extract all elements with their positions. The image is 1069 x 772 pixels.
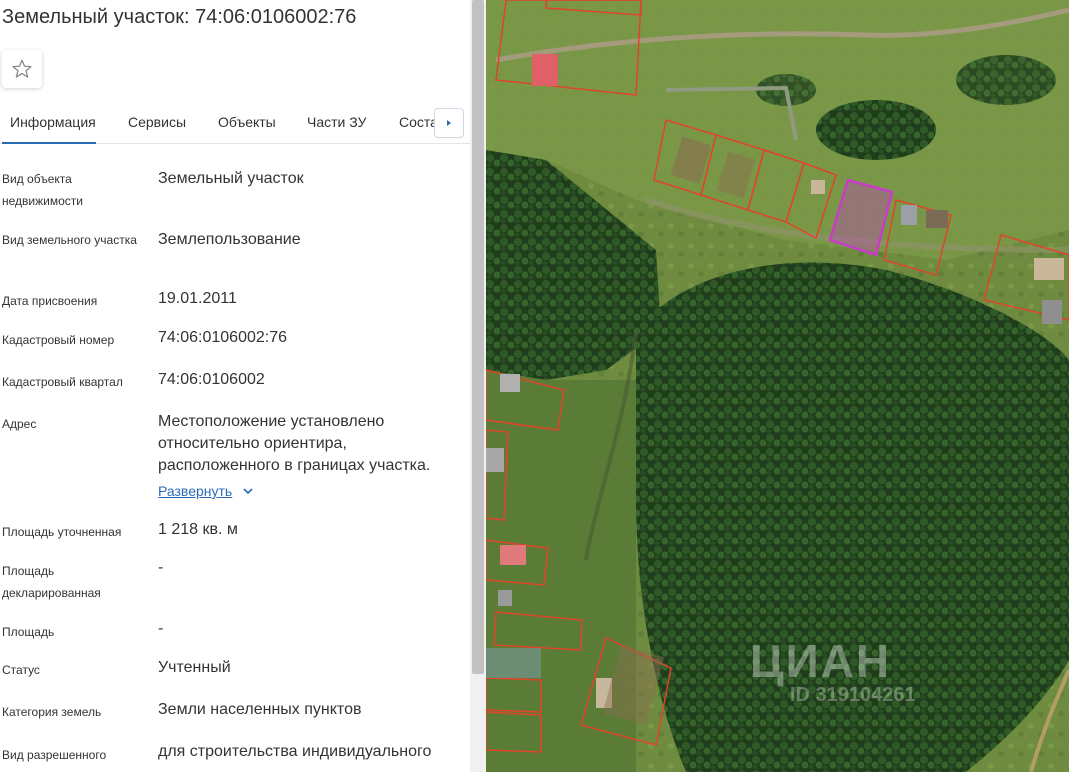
- field-value: для строительства индивидуального: [158, 743, 432, 760]
- field-value: 1 218 кв. м: [158, 521, 238, 538]
- field-label: Вид объекта недвижимости: [2, 172, 83, 208]
- field-value: Местоположение установлено относительно …: [158, 413, 431, 474]
- field-label: Категория земель: [2, 705, 102, 719]
- panel-title: Земельный участок: 74:06:0106002:76: [2, 6, 357, 28]
- tabs-next-button[interactable]: [434, 108, 464, 138]
- field-label: Вид разрешенного: [2, 748, 107, 762]
- field-value: Земли населенных пунктов: [158, 701, 362, 718]
- star-icon: [12, 59, 32, 78]
- field-label: Кадастровый квартал: [2, 375, 123, 389]
- field-value: -: [158, 620, 164, 637]
- caret-right-icon: [447, 120, 451, 126]
- panel-scrollbar[interactable]: [470, 0, 486, 772]
- field-label: Адрес: [2, 417, 37, 431]
- field-value: 74:06:0106002: [158, 371, 265, 388]
- field-label: Площадь декларированная: [2, 564, 101, 600]
- scrollbar-thumb[interactable]: [472, 0, 484, 674]
- field-value: 74:06:0106002:76: [158, 329, 288, 346]
- tab-information[interactable]: Информация: [2, 114, 96, 144]
- tab-bar: Информация Сервисы Объекты Части ЗУ Сост…: [0, 108, 470, 144]
- expand-address-link[interactable]: Развернуть: [158, 483, 254, 499]
- expand-link-label: Развернуть: [158, 483, 233, 499]
- tab-objects[interactable]: Объекты: [218, 114, 276, 144]
- cadastral-info-panel: Земельный участок: 74:06:0106002:76 Инфо…: [0, 0, 470, 772]
- tab-parcel-parts[interactable]: Части ЗУ: [307, 114, 366, 144]
- field-value: Землепользование: [158, 231, 301, 248]
- field-value: 19.01.2011: [158, 290, 237, 307]
- field-label: Вид земельного участка: [2, 233, 137, 247]
- field-label: Площадь: [2, 625, 55, 639]
- chevron-down-icon: [243, 488, 253, 495]
- field-value: Учтенный: [158, 659, 231, 676]
- building-roof: [532, 54, 558, 86]
- field-label: Площадь уточненная: [2, 525, 122, 539]
- favorite-button[interactable]: [2, 50, 42, 88]
- field-label: Статус: [2, 663, 40, 677]
- cian-watermark-id: ID 319104261: [790, 684, 916, 706]
- tab-services[interactable]: Сервисы: [128, 114, 186, 144]
- field-value: -: [158, 559, 164, 576]
- field-value: Земельный участок: [158, 170, 304, 187]
- field-label: Дата присвоения: [2, 294, 98, 308]
- cian-watermark-logo: ЦИАН: [750, 635, 892, 687]
- field-label: Кадастровый номер: [2, 333, 115, 347]
